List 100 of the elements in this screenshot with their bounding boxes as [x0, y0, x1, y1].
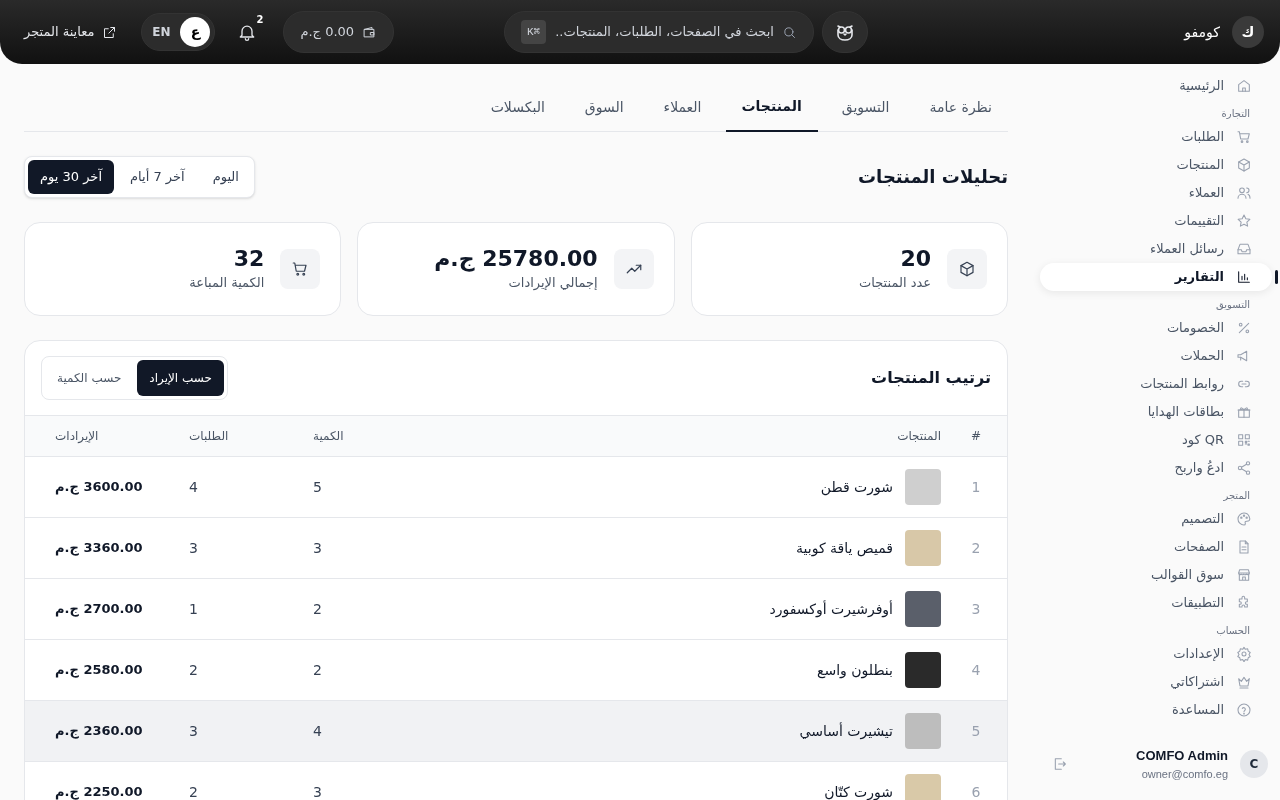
tab[interactable]: البكسلات — [474, 89, 561, 131]
shortcut-key: ⌘K — [521, 19, 547, 45]
page-title: تحليلات المنتجات — [858, 165, 1008, 189]
revenue-cell-text: 2580.00 ج.م — [55, 660, 144, 680]
palette-icon — [1236, 511, 1252, 527]
rank-cell-text: 5 — [970, 722, 982, 741]
mascot-button[interactable] — [822, 11, 868, 53]
product-name: قميص ياقة كوبية — [796, 539, 893, 558]
tab[interactable]: نظرة عامة — [913, 89, 1008, 131]
column-header: الطلبات — [189, 428, 230, 445]
inbox-icon — [1236, 241, 1252, 257]
sidebar-item[interactable]: ادعُ واربح — [1040, 454, 1272, 482]
home-icon — [1236, 78, 1252, 94]
period-option[interactable]: آخر 30 يوم — [28, 160, 114, 194]
column-header: # — [969, 428, 983, 445]
language-option[interactable]: EN — [146, 17, 177, 47]
settings-icon — [1236, 646, 1252, 662]
tab[interactable]: العملاء — [647, 89, 718, 131]
external-link-icon — [102, 24, 118, 40]
section-heading: التجارة — [1220, 107, 1251, 121]
revenue-cell-text: 2700.00 ج.م — [55, 599, 144, 619]
stat-label: عدد المنتجات — [858, 274, 931, 293]
photo-placeholder — [905, 774, 941, 800]
qr-code-icon — [1236, 432, 1252, 448]
sidebar-item[interactable]: التصميم — [1040, 505, 1272, 533]
sidebar-item[interactable]: العملاء — [1040, 179, 1272, 207]
brand-name: كومفو — [1184, 23, 1220, 42]
sidebar-item[interactable]: رسائل العملاء — [1040, 235, 1272, 263]
sidebar-item[interactable]: الإعدادات — [1040, 640, 1272, 668]
column-header: الكمية — [313, 428, 345, 445]
photo-placeholder — [905, 530, 941, 566]
orders-cell-text: 4 — [189, 478, 199, 497]
tab[interactable]: السوق — [568, 89, 640, 131]
users-icon — [1236, 185, 1252, 201]
tab[interactable]: التسويق — [825, 89, 906, 131]
search-input[interactable]: ابحث في الصفحات، الطلبات، المنتجات... — [554, 22, 774, 42]
stat-label: إجمالي الإيرادات — [507, 274, 598, 293]
quantity-cell-text: 3 — [313, 783, 323, 800]
user-email: owner@comfo.eg — [1140, 766, 1228, 782]
column-header: الإيرادات — [55, 428, 100, 445]
sidebar-item[interactable]: الحملات — [1040, 342, 1272, 370]
active-indicator — [1275, 270, 1278, 284]
photo-placeholder — [905, 652, 941, 688]
orders-cell-text: 3 — [189, 722, 199, 741]
crown-icon — [1236, 674, 1252, 690]
photo-placeholder — [905, 713, 941, 749]
period-option[interactable]: آخر 7 أيام — [118, 160, 197, 194]
orders-cell-text: 1 — [189, 600, 199, 619]
notifications-button[interactable]: 2 — [227, 12, 268, 52]
quantity-cell-text: 2 — [313, 600, 323, 619]
product-name: أوفرشيرت أوكسفورد — [769, 599, 893, 619]
photo-placeholder — [905, 469, 941, 505]
document-icon — [1236, 539, 1252, 555]
revenue-cell-text: 2250.00 ج.م — [55, 782, 144, 800]
column-header: المنتجات — [896, 428, 942, 445]
tab[interactable]: المنتجات — [725, 88, 818, 132]
rank-cell-text: 2 — [970, 539, 982, 558]
share-icon — [1236, 460, 1252, 476]
sidebar-item[interactable]: التقييمات — [1040, 207, 1272, 235]
section-heading: المتجر — [1222, 489, 1251, 503]
wallet-button[interactable]: 0.00 ج.م — [283, 11, 395, 53]
sidebar-item[interactable]: الخصومات — [1040, 314, 1272, 342]
orders-cell-text: 3 — [189, 539, 199, 558]
percent-icon — [1236, 320, 1252, 336]
cart-icon — [1236, 129, 1252, 145]
language-option[interactable]: ع — [180, 17, 211, 47]
orders-cell-text: 2 — [189, 783, 199, 800]
rank-cell-text: 4 — [970, 661, 982, 680]
store-preview-link[interactable]: معاينة المتجر — [12, 22, 130, 42]
sidebar-item[interactable]: سوق القوالب — [1040, 561, 1272, 589]
sidebar-item[interactable]: التطبيقات — [1040, 589, 1272, 617]
stat-value: 25780.00 ج.م — [434, 245, 598, 274]
sort-option[interactable]: حسب الإيراد — [137, 360, 224, 396]
rank-cell-text: 6 — [970, 783, 982, 800]
sidebar-item[interactable]: اشتراكاتي — [1040, 668, 1272, 696]
orders-cell-text: 2 — [189, 661, 199, 680]
sidebar-item[interactable]: الطلبات — [1040, 123, 1272, 151]
quantity-cell-text: 2 — [313, 661, 323, 680]
help-icon — [1236, 702, 1252, 718]
revenue-cell-text: 3360.00 ج.م — [55, 538, 144, 558]
period-option[interactable]: اليوم — [200, 160, 251, 194]
revenue-cell-text: 2360.00 ج.م — [55, 721, 144, 741]
rank-cell-text: 1 — [970, 478, 982, 497]
sidebar-item[interactable]: الرئيسية — [1040, 72, 1272, 100]
sidebar-item[interactable]: QR كود — [1040, 426, 1272, 454]
avatar: ك — [1232, 16, 1264, 48]
box-icon — [958, 260, 976, 278]
quantity-cell-text: 5 — [313, 478, 323, 497]
storefront-icon — [1236, 567, 1252, 583]
sidebar-item[interactable]: المساعدة — [1040, 696, 1272, 724]
sidebar-item[interactable]: الصفحات — [1040, 533, 1272, 561]
section-heading: التسويق — [1214, 298, 1251, 312]
cart-icon — [291, 260, 310, 278]
sidebar-item[interactable]: بطاقات الهدايا — [1040, 398, 1272, 426]
sort-option[interactable]: حسب الكمية — [45, 360, 134, 396]
sidebar-item[interactable]: المنتجات — [1040, 151, 1272, 179]
quantity-cell-text: 3 — [313, 539, 323, 558]
revenue-cell-text: 3600.00 ج.م — [55, 477, 144, 497]
logout-icon — [1052, 756, 1068, 772]
sidebar-item[interactable]: روابط المنتجات — [1040, 370, 1272, 398]
